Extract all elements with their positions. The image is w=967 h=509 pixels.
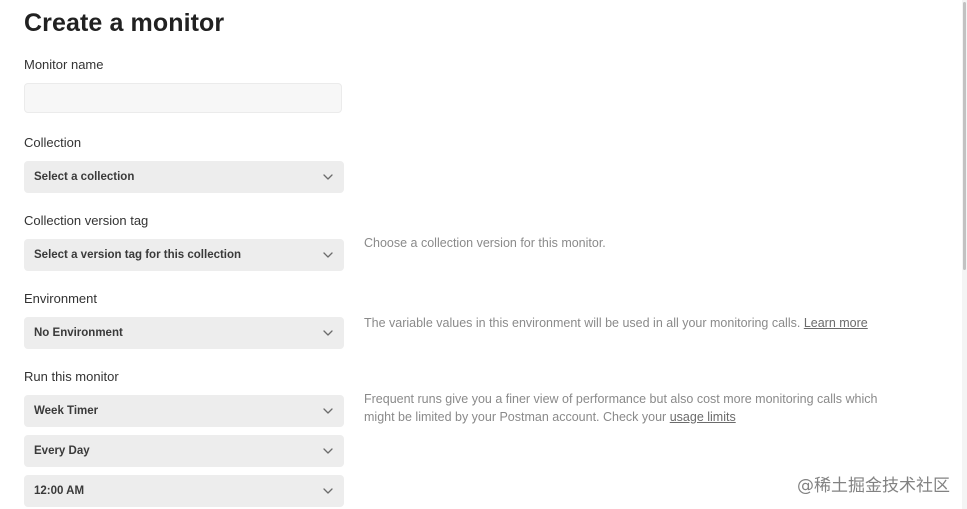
monitor-name-label: Monitor name	[24, 57, 104, 72]
version-tag-help: Choose a collection version for this mon…	[364, 236, 606, 250]
chevron-down-icon	[322, 327, 334, 339]
usage-limits-link[interactable]: usage limits	[670, 410, 736, 424]
timer-select[interactable]: Week Timer	[24, 395, 344, 427]
monitor-name-input[interactable]	[24, 83, 342, 113]
chevron-down-icon	[322, 171, 334, 183]
schedule-help-line1: Frequent runs give you a finer view of p…	[364, 392, 878, 406]
page-title: Create a monitor	[24, 9, 225, 37]
learn-more-link[interactable]: Learn more	[804, 316, 868, 330]
scrollbar-thumb[interactable]	[963, 2, 966, 270]
timer-select-value: Week Timer	[34, 405, 99, 417]
chevron-down-icon	[322, 485, 334, 497]
chevron-down-icon	[322, 445, 334, 457]
schedule-help-line2: might be limited by your Postman account…	[364, 408, 877, 426]
environment-select[interactable]: No Environment	[24, 317, 344, 349]
schedule-help: Frequent runs give you a finer view of p…	[364, 390, 877, 426]
collection-select-value: Select a collection	[34, 171, 135, 183]
time-select-value: 12:00 AM	[34, 485, 85, 497]
chevron-down-icon	[322, 405, 334, 417]
chevron-down-icon	[322, 249, 334, 261]
version-tag-select-value: Select a version tag for this collection	[34, 249, 242, 261]
version-tag-label: Collection version tag	[24, 213, 149, 228]
schedule-label: Run this monitor	[24, 369, 119, 384]
time-select[interactable]: 12:00 AM	[24, 475, 344, 507]
environment-select-value: No Environment	[34, 327, 123, 339]
watermark: @稀土掘金技术社区	[797, 476, 950, 496]
day-select[interactable]: Every Day	[24, 435, 344, 467]
day-select-value: Every Day	[34, 445, 90, 457]
environment-help: The variable values in this environment …	[364, 314, 868, 332]
version-tag-select[interactable]: Select a version tag for this collection	[24, 239, 344, 271]
environment-label: Environment	[24, 291, 97, 306]
collection-select[interactable]: Select a collection	[24, 161, 344, 193]
collection-label: Collection	[24, 135, 82, 150]
schedule-help-line2-text: might be limited by your Postman account…	[364, 410, 667, 424]
environment-help-text: The variable values in this environment …	[364, 316, 801, 330]
